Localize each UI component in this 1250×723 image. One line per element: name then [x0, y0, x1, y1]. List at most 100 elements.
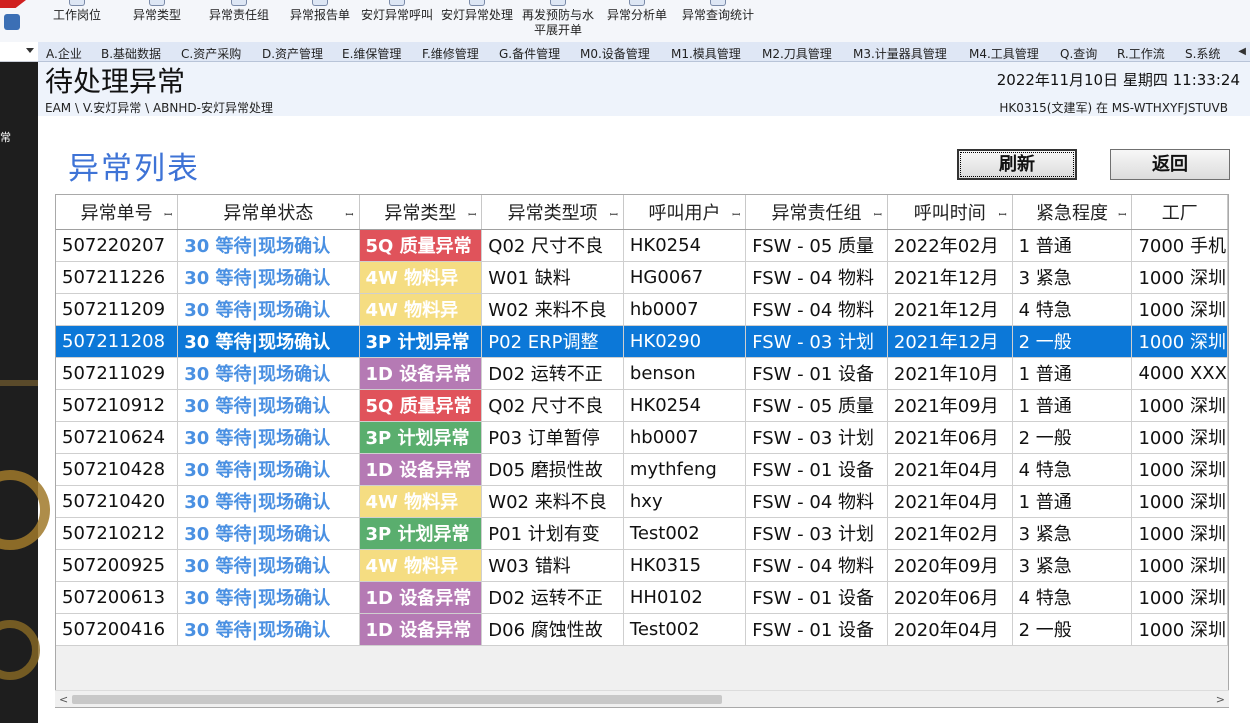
- cell-caller[interactable]: HK0315: [623, 549, 747, 582]
- cell-group[interactable]: FSW - 01 设备: [745, 581, 888, 614]
- cell-group[interactable]: FSW - 04 物料: [745, 261, 888, 294]
- cell-type[interactable]: 4W 物料异: [359, 549, 483, 582]
- cell-caller[interactable]: Test002: [623, 613, 747, 646]
- cell-factory[interactable]: 1000 深圳: [1131, 453, 1228, 486]
- cell-call-time[interactable]: 2021年12月: [887, 325, 1013, 358]
- cell-call-time[interactable]: 2021年06月: [887, 421, 1013, 454]
- cell-factory[interactable]: 1000 深圳: [1131, 613, 1228, 646]
- menu-item-asset-management[interactable]: D.资产管理: [262, 45, 323, 62]
- cell-type-item[interactable]: Q02 尺寸不良: [481, 229, 624, 262]
- menu-item-asset-purchase[interactable]: C.资产采购: [181, 45, 241, 62]
- column-header-type[interactable]: 异常类型 ꟷ: [359, 195, 483, 230]
- cell-type[interactable]: 5Q 质量异常: [359, 229, 483, 262]
- column-header-type-item[interactable]: 异常类型项 ꟷ: [481, 195, 624, 230]
- cell-status[interactable]: 30 等待|现场确认: [177, 517, 360, 550]
- cell-type-item[interactable]: P01 计划有变: [481, 517, 624, 550]
- column-header-status[interactable]: 异常单状态 ꟷ: [177, 195, 360, 230]
- cell-call-time[interactable]: 2021年10月: [887, 357, 1013, 390]
- cell-urgency[interactable]: 3 紧急: [1012, 261, 1133, 294]
- cell-urgency[interactable]: 1 普通: [1012, 485, 1133, 518]
- menu-item-cutter[interactable]: M2.刀具管理: [762, 45, 832, 62]
- toolbar-statistics-button[interactable]: 异常查询统计: [678, 0, 758, 42]
- cell-status[interactable]: 30 等待|现场确认: [177, 549, 360, 582]
- table-row[interactable]: 507211226 30 等待|现场确认 4W 物料异 W01 缺料 HG0067 FSW…: [56, 261, 1228, 294]
- cell-status[interactable]: 30 等待|现场确认: [177, 485, 360, 518]
- cell-call-time[interactable]: 2021年09月: [887, 389, 1013, 422]
- cell-status[interactable]: 30 等待|现场确认: [177, 261, 360, 294]
- cell-type[interactable]: 1D 设备异常: [359, 613, 483, 646]
- cell-urgency[interactable]: 3 紧急: [1012, 517, 1133, 550]
- table-row[interactable]: 507210624 30 等待|现场确认 3P 计划异常 P03 订单暂停 hb0007…: [56, 421, 1228, 454]
- table-row[interactable]: 507210420 30 等待|现场确认 4W 物料异 W02 来料不良 hxy FSW …: [56, 485, 1228, 518]
- cell-status[interactable]: 30 等待|现场确认: [177, 581, 360, 614]
- menu-item-system[interactable]: S.系统: [1185, 45, 1220, 62]
- toolbar-analysis-button[interactable]: 异常分析单: [602, 0, 672, 42]
- cell-factory[interactable]: 4000 XXX: [1131, 357, 1228, 390]
- menu-item-basic-data[interactable]: B.基础数据: [101, 45, 161, 62]
- cell-caller[interactable]: benson: [623, 357, 747, 390]
- cell-caller[interactable]: HK0290: [623, 325, 747, 358]
- cell-urgency[interactable]: 1 普通: [1012, 229, 1133, 262]
- cell-group[interactable]: FSW - 04 物料: [745, 549, 888, 582]
- cell-id[interactable]: 507220207: [56, 229, 179, 262]
- table-row[interactable]: 507220207 30 等待|现场确认 5Q 质量异常 Q02 尺寸不良 HK0254…: [56, 229, 1228, 262]
- cell-id[interactable]: 507210428: [56, 453, 179, 486]
- toolbar-responsible-group-button[interactable]: 异常责任组: [204, 0, 274, 42]
- cell-group[interactable]: FSW - 03 计划: [745, 517, 888, 550]
- table-row[interactable]: 507211209 30 等待|现场确认 4W 物料异 W02 来料不良 hb0007 F…: [56, 293, 1228, 326]
- cell-group[interactable]: FSW - 01 设备: [745, 613, 888, 646]
- cell-id[interactable]: 507211209: [56, 293, 179, 326]
- cell-type[interactable]: 1D 设备异常: [359, 453, 483, 486]
- table-row[interactable]: 507211029 30 等待|现场确认 1D 设备异常 D02 运转不正 benson…: [56, 357, 1228, 390]
- refresh-button[interactable]: 刷新: [957, 149, 1077, 180]
- cell-factory[interactable]: 1000 深圳: [1131, 549, 1228, 582]
- cell-type-item[interactable]: P02 ERP调整: [481, 325, 624, 358]
- cell-status[interactable]: 30 等待|现场确认: [177, 453, 360, 486]
- cell-call-time[interactable]: 2021年12月: [887, 261, 1013, 294]
- back-button[interactable]: 返回: [1110, 149, 1230, 180]
- cell-group[interactable]: FSW - 04 物料: [745, 485, 888, 518]
- cell-factory[interactable]: 1000 深圳: [1131, 581, 1228, 614]
- cell-urgency[interactable]: 1 普通: [1012, 357, 1133, 390]
- scroll-right-icon[interactable]: >: [1216, 693, 1225, 706]
- cell-type[interactable]: 5Q 质量异常: [359, 389, 483, 422]
- cell-factory[interactable]: 1000 深圳: [1131, 389, 1228, 422]
- cell-group[interactable]: FSW - 05 质量: [745, 229, 888, 262]
- table-row[interactable]: 507211208 30 等待|现场确认 3P 计划异常 P02 ERP调整 HK029…: [56, 325, 1228, 358]
- cell-factory[interactable]: 7000 手机: [1131, 229, 1228, 262]
- column-header-call-time[interactable]: 呼叫时间 ꟷ: [887, 195, 1013, 230]
- toolbar-abnormal-type-button[interactable]: 异常类型: [126, 0, 188, 42]
- cell-group[interactable]: FSW - 03 计划: [745, 421, 888, 454]
- pin-icon[interactable]: ꟷ: [468, 207, 476, 221]
- toolbar-andon-call-button[interactable]: 安灯异常呼叫: [358, 0, 436, 42]
- pin-icon[interactable]: ꟷ: [345, 207, 353, 221]
- cell-caller[interactable]: Test002: [623, 517, 747, 550]
- cell-id[interactable]: 507200416: [56, 613, 179, 646]
- column-header-id[interactable]: 异常单号 ꟷ: [56, 195, 179, 230]
- menu-item-repair[interactable]: F.维修管理: [422, 45, 479, 62]
- cell-type[interactable]: 3P 计划异常: [359, 421, 483, 454]
- cell-factory[interactable]: 1000 深圳: [1131, 325, 1228, 358]
- column-header-urgency[interactable]: 紧急程度 ꟷ: [1012, 195, 1133, 230]
- menu-item-equipment[interactable]: M0.设备管理: [580, 45, 650, 62]
- cell-status[interactable]: 30 等待|现场确认: [177, 613, 360, 646]
- cell-factory[interactable]: 1000 深圳: [1131, 261, 1228, 294]
- cell-factory[interactable]: 1000 深圳: [1131, 517, 1228, 550]
- cell-caller[interactable]: hb0007: [623, 421, 747, 454]
- menu-item-tools[interactable]: M4.工具管理: [969, 45, 1039, 62]
- cell-type[interactable]: 4W 物料异: [359, 485, 483, 518]
- cell-type[interactable]: 3P 计划异常: [359, 517, 483, 550]
- cell-group[interactable]: FSW - 03 计划: [745, 325, 888, 358]
- cell-group[interactable]: FSW - 01 设备: [745, 453, 888, 486]
- cell-id[interactable]: 507210212: [56, 517, 179, 550]
- scrollbar-thumb[interactable]: [72, 695, 722, 704]
- module-combo[interactable]: [0, 42, 38, 62]
- cell-type[interactable]: 1D 设备异常: [359, 581, 483, 614]
- cell-id[interactable]: 507200925: [56, 549, 179, 582]
- table-row[interactable]: 507210428 30 等待|现场确认 1D 设备异常 D05 磨损性故 mythfe…: [56, 453, 1228, 486]
- cell-type-item[interactable]: P03 订单暂停: [481, 421, 624, 454]
- cell-call-time[interactable]: 2021年04月: [887, 453, 1013, 486]
- scroll-left-icon[interactable]: <: [59, 693, 68, 706]
- menu-item-workflow[interactable]: R.工作流: [1117, 45, 1165, 62]
- cell-id[interactable]: 507210624: [56, 421, 179, 454]
